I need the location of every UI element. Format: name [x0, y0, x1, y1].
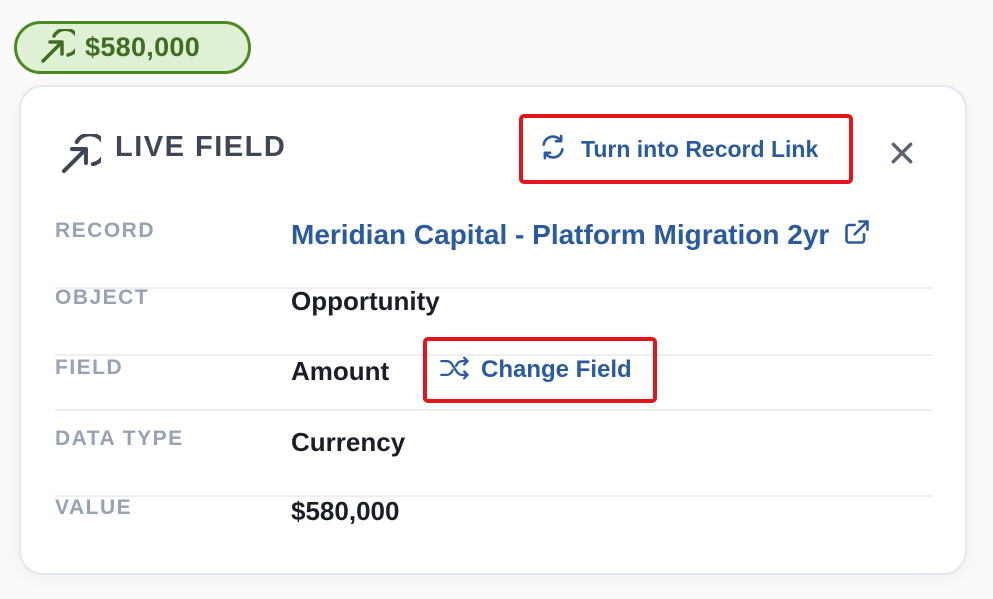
- record-name: Meridian Capital - Platform Migration 2y…: [291, 218, 830, 250]
- value-value: $580,000: [291, 496, 400, 526]
- record-link[interactable]: Meridian Capital - Platform Migration 2y…: [291, 218, 871, 251]
- live-field-pill[interactable]: $580,000: [14, 21, 251, 74]
- live-field-arrow-icon: [57, 132, 107, 183]
- record-label: RECORD: [55, 219, 156, 242]
- popover-title: LIVE FIELD: [115, 131, 287, 163]
- record-row: RECORD Meridian Capital - Platform Migra…: [55, 219, 933, 289]
- pill-value: $580,000: [85, 32, 201, 62]
- shuffle-icon: [439, 355, 471, 386]
- field-label: FIELD: [55, 356, 124, 379]
- value-row: VALUE $580,000: [55, 496, 933, 564]
- field-row: FIELD Amount Change Field: [55, 337, 933, 411]
- value-label: VALUE: [55, 496, 133, 519]
- object-value: Opportunity: [291, 286, 440, 316]
- external-link-icon: [843, 218, 871, 251]
- data-type-label: DATA TYPE: [55, 427, 184, 450]
- data-type-value: Currency: [291, 427, 406, 457]
- live-field-popover: LIVE FIELD Turn into Record Link RECORD …: [19, 85, 967, 575]
- field-value: Amount: [291, 356, 390, 386]
- data-type-row: DATA TYPE Currency: [55, 427, 933, 497]
- close-icon[interactable]: [889, 140, 915, 171]
- arrow-up-right-icon: [37, 28, 75, 67]
- change-field-label: Change Field: [481, 356, 632, 383]
- change-field-button[interactable]: Change Field: [423, 337, 657, 403]
- refresh-icon: [539, 133, 567, 166]
- object-label: OBJECT: [55, 286, 150, 309]
- record-link-button-label: Turn into Record Link: [581, 135, 819, 162]
- turn-into-record-link-button[interactable]: Turn into Record Link: [519, 114, 853, 184]
